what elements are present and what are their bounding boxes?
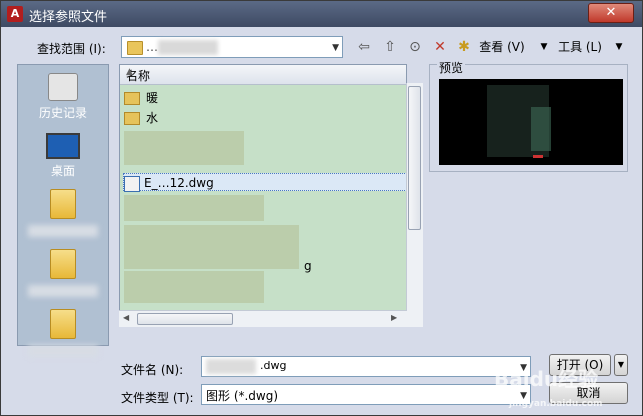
list-item[interactable]: 暖: [124, 89, 158, 107]
list-item-label: E_…12.dwg: [144, 176, 214, 190]
partial-filename: g: [304, 259, 312, 273]
list-item[interactable]: 水: [124, 109, 158, 127]
folder-icon: [127, 41, 143, 55]
folder-icon: [124, 92, 140, 105]
search-web-icon[interactable]: ⊙: [406, 37, 424, 57]
place-desktop[interactable]: 桌面: [18, 133, 108, 179]
filename-input[interactable]: .dwg ▼: [201, 356, 531, 377]
filename-label: 文件名 (N):: [121, 363, 184, 377]
lookin-value: …: [146, 40, 158, 54]
window-title: 选择参照文件: [29, 10, 108, 25]
redacted-text: [28, 345, 98, 357]
horizontal-scrollbar[interactable]: ◀ ▶: [119, 310, 407, 327]
redacted-item: [124, 225, 299, 269]
folder-icon: [50, 249, 76, 279]
column-header-name[interactable]: 名称 ▲: [120, 65, 406, 85]
lookin-label: 查找范围 (I):: [37, 42, 106, 56]
vertical-scrollbar[interactable]: [406, 83, 423, 327]
views-dropdown-icon[interactable]: ▼: [538, 37, 550, 57]
redacted-text: [28, 285, 98, 297]
redacted-text: [206, 359, 256, 374]
close-button[interactable]: ✕: [588, 3, 634, 23]
redacted-item: [124, 195, 264, 221]
place-history-label: 历史记录: [38, 106, 87, 120]
up-folder-icon[interactable]: ⇧: [381, 37, 399, 57]
watermark: Baidu经验: [494, 367, 599, 391]
sort-ascending-icon: ▲: [126, 67, 133, 77]
open-options-button[interactable]: ▼: [614, 354, 628, 376]
select-reference-file-dialog: A 选择参照文件 ✕ 查找范围 (I): … ▼ ⇦ ⇧ ⊙ ✕ ✱ 查看 (V…: [0, 0, 643, 416]
place-folder-1[interactable]: [18, 189, 108, 237]
filetype-value: 图形 (*.dwg): [206, 389, 279, 403]
redacted-item: [124, 131, 244, 165]
horizontal-scroll-thumb[interactable]: [137, 313, 233, 325]
folder-icon: [50, 189, 76, 219]
preview-image: [439, 79, 623, 165]
place-folder-2[interactable]: [18, 249, 108, 297]
delete-icon[interactable]: ✕: [431, 37, 449, 57]
places-bar: 历史记录 桌面: [17, 64, 109, 357]
file-list[interactable]: 名称 ▲ 暖 水 E_…12.dwg g: [119, 64, 407, 326]
app-icon: A: [7, 6, 23, 22]
vertical-scroll-thumb[interactable]: [408, 86, 421, 230]
filetype-label: 文件类型 (T):: [121, 391, 194, 405]
dwg-file-icon: [124, 175, 140, 192]
tools-menu[interactable]: 工具 (L): [556, 37, 604, 57]
desktop-icon: [46, 133, 80, 159]
new-folder-icon[interactable]: ✱: [455, 37, 473, 57]
lookin-dropdown[interactable]: … ▼: [121, 36, 343, 58]
history-icon: [48, 73, 78, 101]
folder-icon: [50, 309, 76, 339]
filename-value: .dwg: [260, 359, 287, 372]
list-item-label: 暖: [146, 91, 159, 105]
watermark-url: jingyan.baidu.com: [509, 399, 603, 409]
list-item-label: 水: [146, 111, 159, 125]
chevron-down-icon[interactable]: ▼: [332, 43, 339, 53]
list-item-selected[interactable]: E_…12.dwg: [123, 173, 406, 192]
tools-dropdown-icon[interactable]: ▼: [613, 37, 625, 57]
redacted-text: [28, 225, 98, 237]
redacted-item: [124, 271, 264, 303]
folder-icon: [124, 112, 140, 125]
title-bar[interactable]: A 选择参照文件 ✕: [1, 1, 642, 27]
preview-label: 预览: [437, 59, 466, 76]
back-icon[interactable]: ⇦: [355, 37, 373, 57]
place-history[interactable]: 历史记录: [18, 73, 108, 121]
filetype-dropdown[interactable]: 图形 (*.dwg) ▼: [201, 384, 531, 405]
redacted-text: [158, 40, 218, 55]
views-menu[interactable]: 查看 (V): [478, 37, 526, 57]
scroll-right-icon[interactable]: ▶: [391, 313, 397, 322]
place-desktop-label: 桌面: [50, 164, 75, 178]
scroll-left-icon[interactable]: ◀: [123, 313, 129, 322]
place-folder-3[interactable]: [18, 309, 108, 357]
